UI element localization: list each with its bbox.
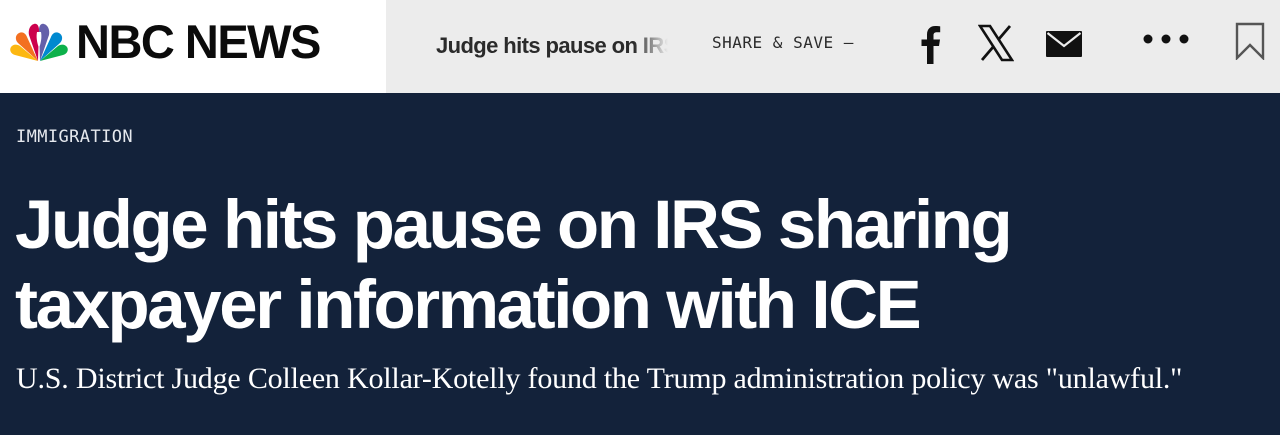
top-bar: NBC NEWS Judge hits pause on IRS sharing… xyxy=(0,0,1280,93)
article-header: IMMIGRATION Judge hits pause on IRS shar… xyxy=(0,93,1280,435)
nbc-news-logo-link[interactable]: NBC NEWS xyxy=(0,0,386,93)
logo-text: NBC NEWS xyxy=(76,15,321,68)
peacock-logo-icon xyxy=(10,23,68,62)
facebook-icon[interactable] xyxy=(914,24,944,64)
category-link[interactable]: IMMIGRATION xyxy=(16,126,133,148)
bookmark-icon[interactable] xyxy=(1235,22,1265,60)
x-icon[interactable] xyxy=(978,24,1014,62)
sticky-headline-teaser: Judge hits pause on IRS sharing taxpayer… xyxy=(436,30,668,62)
share-save-label: SHARE & SAVE — xyxy=(712,33,854,52)
article-dek: U.S. District Judge Colleen Kollar-Kotel… xyxy=(16,362,1183,395)
article-headline: Judge hits pause on IRS sharing taxpayer… xyxy=(15,186,1013,343)
mail-icon[interactable] xyxy=(1046,31,1082,57)
more-options-icon[interactable] xyxy=(1142,30,1190,48)
